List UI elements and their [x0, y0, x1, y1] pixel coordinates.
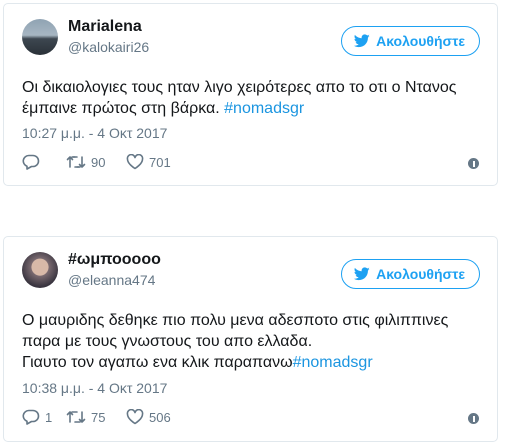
like-button[interactable]: 506 — [126, 409, 171, 425]
follow-button[interactable]: Ακολουθήστε — [341, 259, 480, 289]
timestamp[interactable]: 10:38 μ.μ. - 4 Οκτ 2017 — [22, 380, 167, 396]
retweet-count: 75 — [91, 409, 106, 425]
tweet-text-line: Οι δικαιολογιες τους ηταν λιγο χειρότερε… — [22, 79, 457, 96]
retweet-button[interactable]: 75 — [66, 409, 126, 425]
tweet-text: Οι δικαιολογιες τους ηταν λιγο χειρότερε… — [22, 77, 482, 119]
follow-button[interactable]: Ακολουθήστε — [341, 26, 480, 56]
like-button[interactable]: 701 — [126, 154, 171, 170]
tweet-text-plain: έμπαινε πρώτος στη βάρκα. — [22, 100, 225, 117]
tweet-text-line: έμπαινε πρώτος στη βάρκα. #nomadsgr — [22, 98, 482, 119]
avatar[interactable] — [22, 252, 58, 288]
avatar[interactable] — [22, 19, 58, 55]
info-icon[interactable] — [468, 413, 479, 424]
twitter-bird-icon — [354, 267, 370, 281]
retweet-icon — [66, 411, 86, 423]
twitter-bird-icon — [354, 34, 370, 48]
heart-icon — [126, 409, 144, 425]
follow-label: Ακολουθήστε — [376, 33, 465, 49]
retweet-icon — [66, 156, 86, 168]
like-count: 506 — [149, 409, 171, 425]
hashtag-link[interactable]: #nomadsgr — [293, 354, 373, 371]
like-count: 701 — [149, 154, 171, 170]
tweet-text-line: Ο μαυριδης δεθηκε πιο πολυ μενα αδεσποτο… — [22, 312, 449, 329]
author-handle[interactable]: @eleanna474 — [68, 272, 155, 288]
tweet-card: Marialena @kalokairi26 Ακολουθήστε Οι δι… — [3, 3, 498, 186]
timestamp[interactable]: 10:27 μ.μ. - 4 Οκτ 2017 — [22, 125, 167, 141]
tweet-actions: 1 75 506 — [22, 409, 171, 425]
info-icon[interactable] — [468, 158, 479, 169]
author-name[interactable]: Marialena — [68, 18, 142, 36]
tweet-card: #ωμποοοοο @eleanna474 Ακολουθήστε Ο μαυρ… — [3, 236, 498, 442]
tweet-text-line: παρα με τους γνωστους του απο ελλαδα. — [22, 333, 313, 350]
tweet-text-line: Γιαυτο τον αγαπω ενα κλικ παραπανω#nomad… — [22, 352, 482, 373]
tweet-actions: 90 701 — [22, 154, 171, 170]
reply-count: 1 — [45, 409, 53, 425]
retweet-count: 90 — [91, 154, 106, 170]
heart-icon — [126, 154, 144, 170]
author-name[interactable]: #ωμποοοοο — [68, 251, 161, 269]
follow-label: Ακολουθήστε — [376, 266, 465, 282]
reply-button[interactable] — [22, 154, 66, 170]
author-handle[interactable]: @kalokairi26 — [68, 39, 149, 55]
reply-icon — [22, 409, 40, 425]
hashtag-link[interactable]: #nomadsgr — [224, 100, 304, 117]
retweet-button[interactable]: 90 — [66, 154, 126, 170]
tweet-text: Ο μαυριδης δεθηκε πιο πολυ μενα αδεσποτο… — [22, 310, 482, 373]
reply-button[interactable]: 1 — [22, 409, 66, 425]
tweet-text-plain: Γιαυτο τον αγαπω ενα κλικ παραπανω — [22, 354, 293, 371]
reply-icon — [22, 154, 40, 170]
